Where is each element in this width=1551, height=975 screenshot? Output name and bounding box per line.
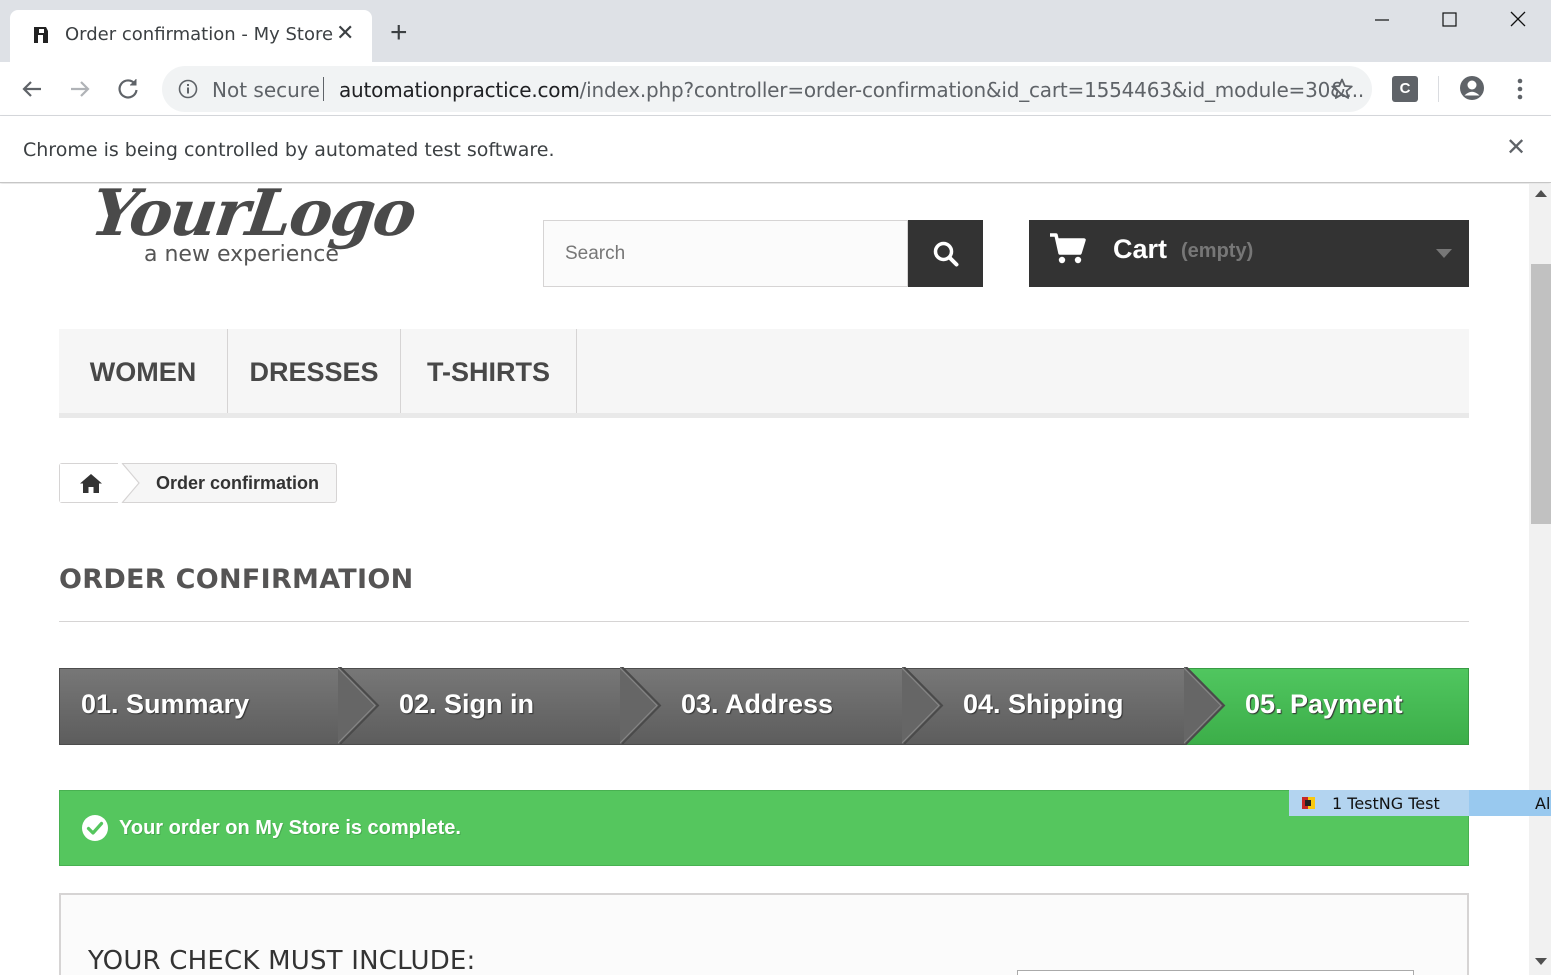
minimize-icon[interactable] bbox=[1368, 6, 1398, 34]
automation-infobar: Chrome is being controlled by automated … bbox=[0, 116, 1551, 183]
step-label: 04. Shipping bbox=[963, 689, 1124, 719]
search-box bbox=[543, 220, 908, 287]
step-shipping[interactable]: 04. Shipping bbox=[905, 668, 1187, 745]
success-alert: Your order on My Store is complete. bbox=[59, 790, 1469, 866]
window-close-icon[interactable] bbox=[1503, 6, 1533, 34]
alert-message: Your order on My Store is complete. bbox=[119, 817, 461, 839]
scroll-up-icon[interactable] bbox=[1535, 190, 1547, 197]
step-arrow-icon bbox=[338, 667, 380, 744]
profile-icon[interactable] bbox=[1458, 74, 1486, 102]
step-label: 05. Payment bbox=[1245, 689, 1403, 719]
page-scrollbar[interactable] bbox=[1529, 184, 1551, 975]
tab-title: Order confirmation - My Store bbox=[65, 24, 334, 45]
tab-close-icon[interactable]: ✕ bbox=[336, 22, 354, 44]
back-arrow-icon[interactable] bbox=[17, 74, 47, 104]
step-arrow-icon bbox=[902, 667, 944, 744]
cart-label: Cart bbox=[1113, 234, 1168, 264]
cart-button[interactable]: Cart (empty) bbox=[1029, 220, 1469, 287]
search-icon bbox=[933, 241, 959, 267]
main-menu: WOMEN DRESSES T-SHIRTS bbox=[59, 329, 1469, 418]
browser-titlebar: Order confirmation - My Store ✕ + bbox=[0, 0, 1551, 62]
bookmark-star-icon[interactable] bbox=[1330, 77, 1354, 101]
menu-item-dresses[interactable]: DRESSES bbox=[228, 329, 401, 413]
cart-status: (empty) bbox=[1181, 240, 1254, 262]
extension-icon[interactable]: C bbox=[1392, 76, 1418, 102]
logo-main-text: YourLogo bbox=[86, 184, 420, 251]
infobar-close-icon[interactable]: ✕ bbox=[1506, 136, 1526, 160]
testng-icon bbox=[1302, 797, 1315, 809]
url-text[interactable]: automationpractice.com/index.php?control… bbox=[339, 78, 1364, 102]
breadcrumb: Order confirmation bbox=[59, 463, 337, 503]
payment-detail-field bbox=[1017, 970, 1414, 975]
breadcrumb-current: Order confirmation bbox=[156, 473, 320, 493]
page-title: ORDER CONFIRMATION bbox=[59, 564, 1469, 622]
payment-info-box: YOUR CHECK MUST INCLUDE: bbox=[59, 893, 1469, 975]
logo-tagline: a new experience bbox=[144, 242, 339, 267]
store-favicon-icon bbox=[34, 27, 48, 43]
address-bar[interactable]: Not secure automationpractice.com/index.… bbox=[162, 66, 1372, 112]
step-arrow-icon bbox=[620, 667, 662, 744]
step-arrow-icon bbox=[1184, 667, 1226, 744]
breadcrumb-home[interactable] bbox=[60, 464, 122, 502]
maximize-icon[interactable] bbox=[1434, 6, 1464, 34]
testng-trailing-label: Al bbox=[1535, 794, 1551, 813]
search-button[interactable] bbox=[908, 220, 983, 287]
forward-arrow-icon[interactable] bbox=[65, 74, 95, 104]
step-label: 03. Address bbox=[681, 689, 834, 719]
menu-item-women[interactable]: WOMEN bbox=[59, 329, 228, 413]
step-payment[interactable]: 05. Payment bbox=[1187, 668, 1469, 745]
home-icon bbox=[80, 474, 102, 493]
scroll-thumb[interactable] bbox=[1531, 264, 1551, 524]
security-label[interactable]: Not secure bbox=[212, 78, 320, 102]
url-path: /index.php?controller=order-confirmation… bbox=[579, 78, 1365, 102]
new-tab-icon[interactable]: + bbox=[390, 18, 408, 48]
toolbar-divider bbox=[1438, 76, 1439, 102]
checkout-steps: 01. Summary 02. Sign in 03. Address 04. … bbox=[59, 667, 1469, 745]
breadcrumb-separator bbox=[118, 463, 140, 503]
reload-icon[interactable] bbox=[113, 74, 143, 104]
check-circle-icon bbox=[82, 815, 108, 841]
browser-tab[interactable]: Order confirmation - My Store ✕ bbox=[10, 10, 372, 62]
step-sign-in[interactable]: 02. Sign in bbox=[341, 668, 623, 745]
info-icon[interactable] bbox=[178, 79, 198, 99]
search-input[interactable] bbox=[544, 221, 907, 286]
url-host: automationpractice.com bbox=[339, 78, 580, 102]
step-address[interactable]: 03. Address bbox=[623, 668, 905, 745]
infobar-message: Chrome is being controlled by automated … bbox=[23, 139, 555, 161]
box-title: YOUR CHECK MUST INCLUDE: bbox=[88, 946, 476, 975]
chevron-down-icon bbox=[1436, 249, 1452, 258]
testng-taskbar-item[interactable]: 1 TestNG Test Al bbox=[1289, 790, 1551, 816]
page-viewport: YourLogo a new experience Cart (empty) W… bbox=[0, 184, 1529, 975]
step-label: 02. Sign in bbox=[399, 689, 535, 719]
shopping-cart-icon bbox=[1050, 233, 1086, 264]
store-logo[interactable]: YourLogo a new experience bbox=[87, 184, 452, 276]
step-summary[interactable]: 01. Summary bbox=[59, 668, 341, 745]
scroll-down-icon[interactable] bbox=[1535, 958, 1547, 965]
browser-menu-icon[interactable] bbox=[1508, 76, 1532, 102]
omnibox-divider bbox=[323, 77, 324, 101]
browser-toolbar: Not secure automationpractice.com/index.… bbox=[0, 62, 1551, 116]
step-label: 01. Summary bbox=[81, 689, 250, 719]
menu-item-tshirts[interactable]: T-SHIRTS bbox=[401, 329, 577, 413]
testng-label: 1 TestNG Test bbox=[1332, 794, 1440, 813]
